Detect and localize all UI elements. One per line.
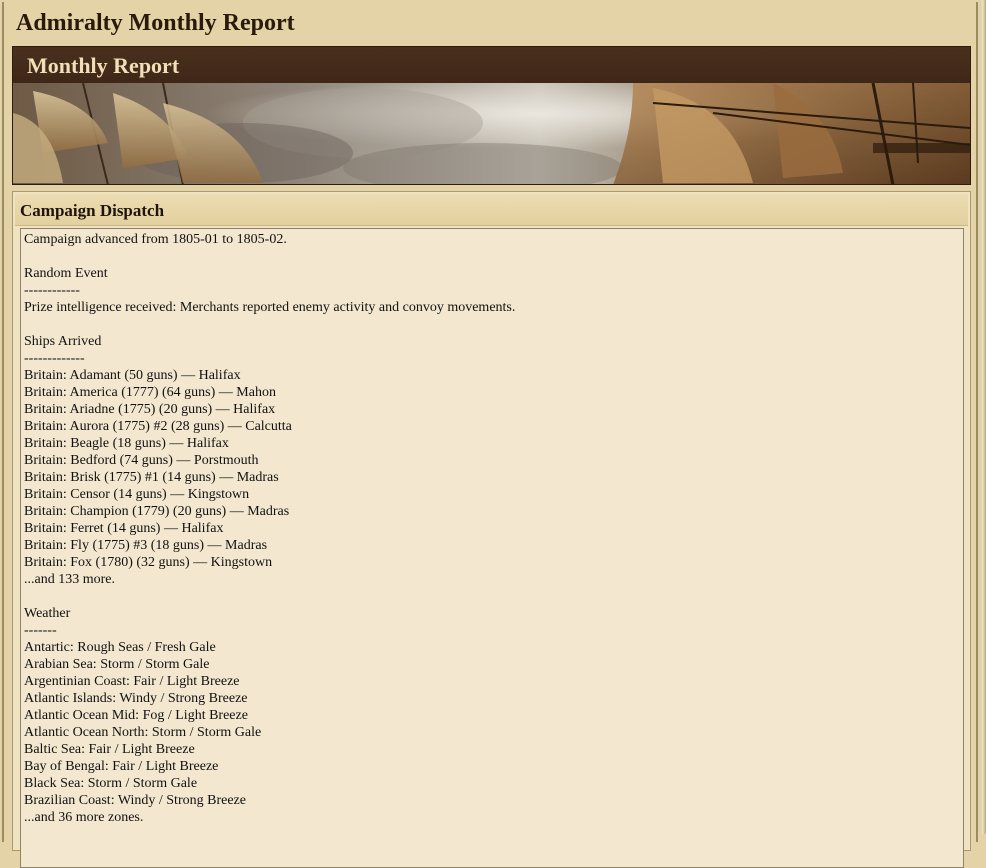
dispatch-text-area[interactable]: Campaign advanced from 1805-01 to 1805-0… [20,228,964,868]
dispatch-line: ...and 36 more zones. [24,810,144,825]
dispatch-line [24,316,960,333]
dispatch-line: Argentinian Coast: Fair / Light Breeze [24,674,240,689]
banner-title: Monthly Report [27,53,180,78]
dispatch-line: Britain: Champion (1779) (20 guns) — Mad… [24,504,290,519]
dispatch-line: Britain: Aurora (1775) #2 (28 guns) — Ca… [24,419,292,434]
dispatch-line: Atlantic Ocean North: Storm / Storm Gale [24,725,262,740]
panel-header: Campaign Dispatch [15,194,968,226]
dispatch-line: Atlantic Ocean Mid: Fog / Light Breeze [24,708,248,723]
dispatch-line: ------------ [24,283,80,298]
sailing-ships-banner-image [13,83,970,184]
dispatch-line: Arabian Sea: Storm / Storm Gale [24,657,210,672]
dispatch-line [24,248,960,265]
window-scroll-edge[interactable] [980,0,986,834]
dispatch-line: Antartic: Rough Seas / Fresh Gale [24,640,216,655]
dispatch-line: ------------- [24,351,85,366]
dispatch-line: Britain: America (1777) (64 guns) — Maho… [24,385,276,400]
dispatch-line: ------- [24,623,57,638]
dispatch-line: Britain: Ariadne (1775) (20 guns) — Hali… [24,402,276,417]
dispatch-line: Campaign advanced from 1805-01 to 1805-0… [24,232,287,247]
report-banner: Monthly Report [12,46,971,185]
dispatch-line: Britain: Adamant (50 guns) — Halifax [24,368,241,383]
dispatch-line: Random Event [24,266,108,281]
dispatch-line: ...and 133 more. [24,572,115,587]
campaign-dispatch-panel: Campaign Dispatch Campaign advanced from… [12,191,971,868]
dispatch-line: Ships Arrived [24,334,102,349]
dispatch-line: Baltic Sea: Fair / Light Breeze [24,742,195,757]
dispatch-line: Bay of Bengal: Fair / Light Breeze [24,759,219,774]
dispatch-line: Brazilian Coast: Windy / Strong Breeze [24,793,246,808]
dispatch-line: Britain: Fly (1775) #3 (18 guns) — Madra… [24,538,268,553]
dispatch-line: Britain: Fox (1780) (32 guns) — Kingstow… [24,555,273,570]
panel-title: Campaign Dispatch [20,201,165,220]
dispatch-line: Britain: Censor (14 guns) — Kingstown [24,487,250,502]
dispatch-line: Black Sea: Storm / Storm Gale [24,776,198,791]
dispatch-text: Campaign advanced from 1805-01 to 1805-0… [21,229,963,828]
dispatch-line: Britain: Brisk (1775) #1 (14 guns) — Mad… [24,470,279,485]
app-title: Admiralty Monthly Report [16,10,295,36]
dispatch-line: Atlantic Islands: Windy / Strong Breeze [24,691,248,706]
dispatch-line: Weather [24,606,71,621]
dispatch-line: Prize intelligence received: Merchants r… [24,300,516,315]
dispatch-line: Britain: Beagle (18 guns) — Halifax [24,436,229,451]
banner-title-bar: Monthly Report [13,47,970,83]
dispatch-line [24,588,960,605]
dispatch-line: Britain: Ferret (14 guns) — Halifax [24,521,224,536]
dispatch-line: Britain: Bedford (74 guns) — Porstmouth [24,453,259,468]
